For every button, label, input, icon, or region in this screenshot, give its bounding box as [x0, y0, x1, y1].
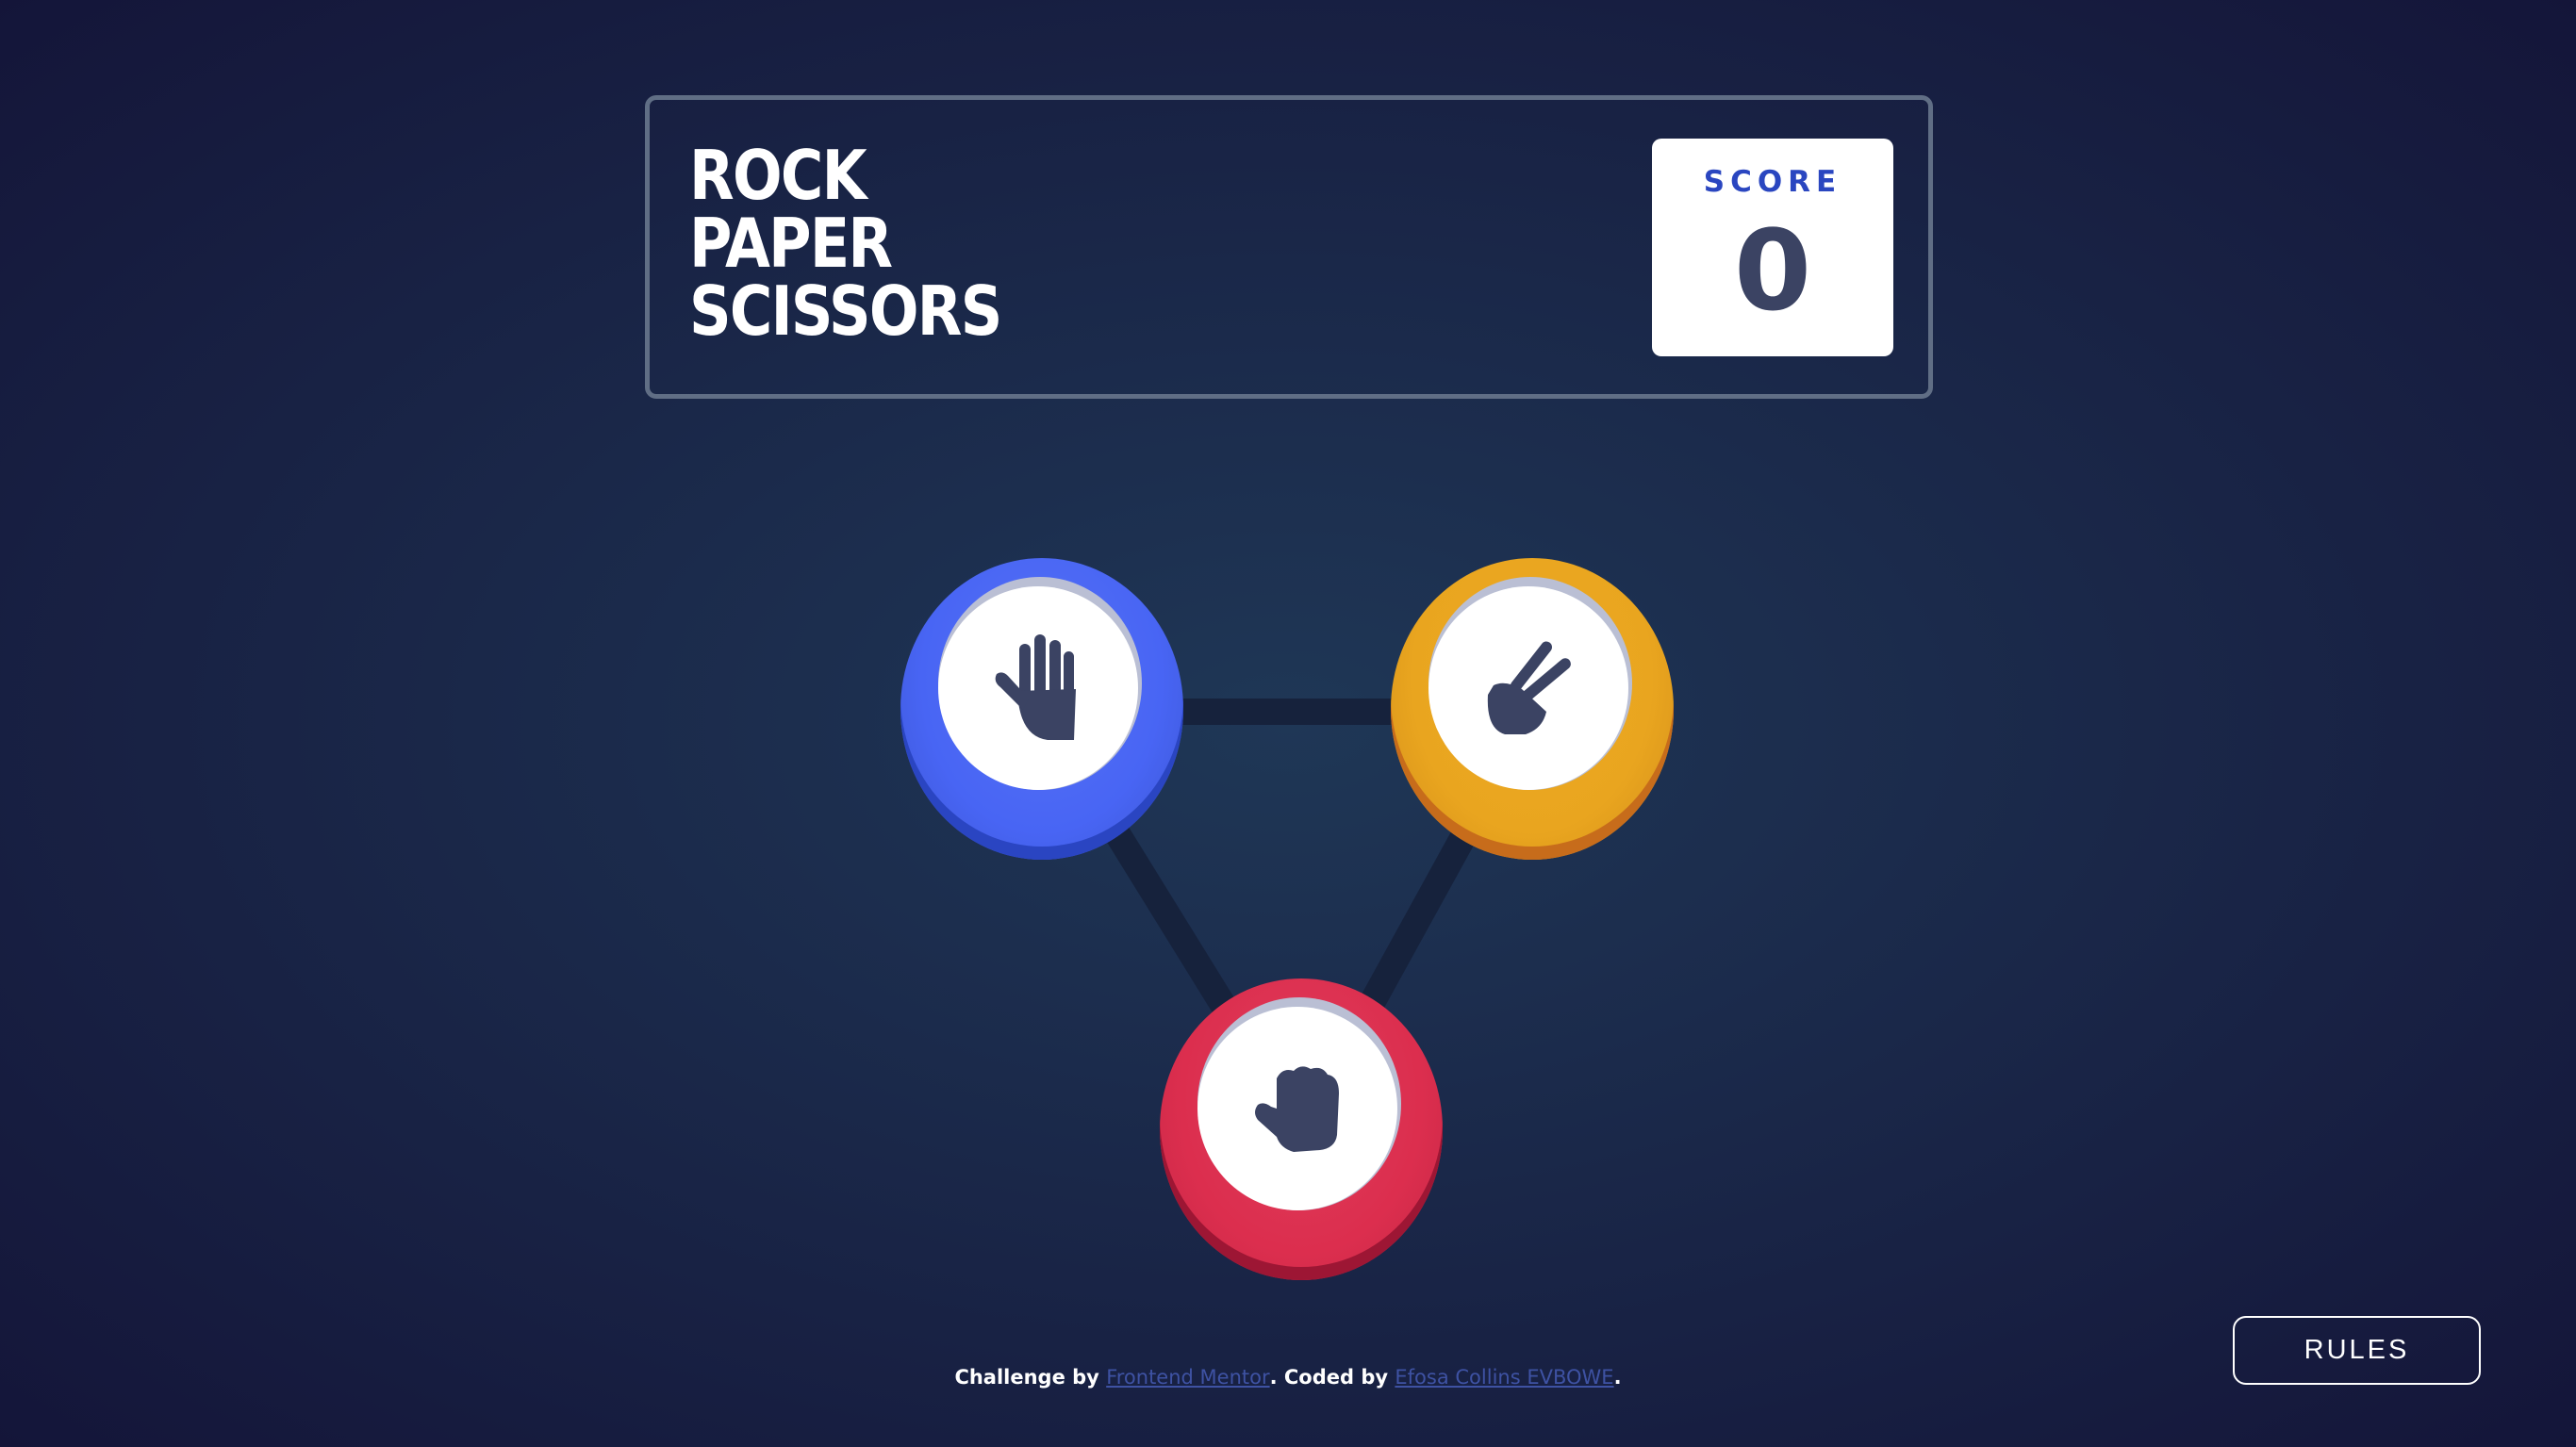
scissors-token-button[interactable] — [1391, 558, 1674, 860]
frontend-mentor-link[interactable]: Frontend Mentor — [1106, 1366, 1269, 1389]
rules-button[interactable]: RULES — [2233, 1316, 2481, 1385]
paper-hand-icon — [995, 634, 1076, 740]
footer-middle: . Coded by — [1269, 1366, 1395, 1389]
scissors-token-face — [1428, 586, 1628, 790]
scissors-token-inner — [1428, 577, 1632, 790]
paper-token-inner — [938, 577, 1142, 790]
rock-token-face — [1197, 1007, 1397, 1210]
footer-suffix: . — [1613, 1366, 1622, 1389]
paper-token-button[interactable] — [900, 558, 1183, 860]
rock-token-button[interactable] — [1160, 978, 1443, 1280]
game-board — [0, 0, 2576, 1447]
footer-prefix: Challenge by — [954, 1366, 1107, 1389]
rock-fist-icon — [1255, 1066, 1339, 1152]
scissors-hand-icon — [1487, 641, 1571, 734]
paper-token-face — [938, 586, 1138, 790]
attribution-footer: Challenge by Frontend Mentor. Coded by E… — [0, 1366, 2576, 1389]
author-link[interactable]: Efosa Collins EVBOWE — [1395, 1366, 1613, 1389]
rock-token-inner — [1197, 997, 1401, 1210]
